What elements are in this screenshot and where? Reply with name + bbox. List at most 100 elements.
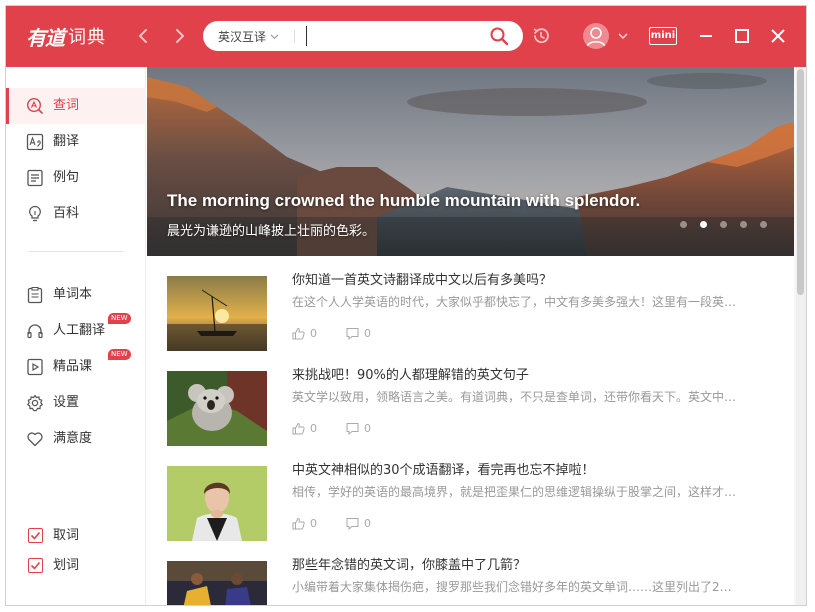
sidebar-item-wordbook[interactable]: 单词本 xyxy=(6,277,146,313)
article-item[interactable]: 你知道一首英文诗翻译成中文以后有多美吗？ 在这个人人学英语的时代，大家似乎都快忘… xyxy=(147,256,794,351)
sidebar-item-satisfaction[interactable]: 满意度 xyxy=(6,421,146,457)
carousel-dot-active[interactable] xyxy=(700,221,707,228)
article-thumbnail xyxy=(167,561,267,605)
logo-text: 词典 xyxy=(68,27,106,48)
new-badge: NEW xyxy=(108,349,131,360)
minimize-icon[interactable] xyxy=(696,26,716,46)
sidebar: 查词 翻译 例句 百科 单词本 人工翻译 NEW 精品课 NEW 设置 满意度 … xyxy=(6,67,146,605)
checkbox[interactable] xyxy=(28,528,43,543)
human-translation-icon xyxy=(27,324,43,339)
carousel-dot[interactable] xyxy=(720,221,727,228)
sidebar-item-lookup[interactable]: 查词 xyxy=(6,88,146,124)
gear-icon xyxy=(27,394,43,412)
sidebar-item-courses[interactable]: 精品课 NEW xyxy=(6,349,146,385)
sidebar-item-label: 查词 xyxy=(53,98,80,113)
comment-button[interactable]: 0 xyxy=(346,516,386,532)
search-icon[interactable] xyxy=(489,26,509,46)
course-icon xyxy=(27,358,43,376)
comment-button[interactable]: 0 xyxy=(346,326,386,342)
heart-icon xyxy=(27,432,43,447)
vertical-scrollbar[interactable] xyxy=(796,67,806,605)
carousel-dot[interactable] xyxy=(680,221,687,228)
like-button[interactable]: 0 xyxy=(292,516,332,532)
comment-button[interactable]: 0 xyxy=(346,421,386,437)
basketball-image xyxy=(167,561,267,605)
account-dropdown-icon[interactable] xyxy=(618,32,628,40)
daily-sentence-banner[interactable]: The morning crowned the humble mountain … xyxy=(147,67,794,256)
article-summary: 小编带着大家集体揭伤疤，搜罗那些我们念错好多年的英文单词……这里列出了2… xyxy=(292,580,732,594)
thumbs-up-icon xyxy=(292,327,305,340)
maximize-icon[interactable] xyxy=(732,26,752,46)
history-icon[interactable] xyxy=(531,26,551,46)
sidebar-item-label: 设置 xyxy=(53,395,80,410)
like-count: 0 xyxy=(310,422,317,435)
thumbs-up-icon xyxy=(292,517,305,530)
sidebar-item-label: 百科 xyxy=(53,206,80,221)
article-thumbnail xyxy=(167,466,267,541)
like-count: 0 xyxy=(310,517,317,530)
sidebar-item-examples[interactable]: 例句 xyxy=(6,160,146,196)
scrollbar-thumb[interactable] xyxy=(797,69,804,295)
article-title: 你知道一首英文诗翻译成中文以后有多美吗？ xyxy=(292,273,553,288)
comment-icon xyxy=(346,423,359,435)
mini-mode-button[interactable]: mini xyxy=(649,27,677,45)
sidebar-item-settings[interactable]: 设置 xyxy=(6,385,146,421)
article-thumbnail xyxy=(167,371,267,446)
comment-icon xyxy=(346,518,359,530)
close-icon[interactable] xyxy=(768,26,788,46)
article-summary: 英文学以致用，领略语言之美。有道词典，不只是查单词，还带你看天下。英文中… xyxy=(292,390,737,404)
article-title: 来挑战吧！90%的人都理解错的英文句子 xyxy=(292,368,529,383)
sidebar-item-translate[interactable]: 翻译 xyxy=(6,124,146,160)
koala-image xyxy=(167,371,267,446)
new-badge: NEW xyxy=(108,313,131,324)
thumbs-up-icon xyxy=(292,422,305,435)
chevron-left-icon xyxy=(139,29,147,43)
search-box: 英汉互译 xyxy=(203,21,523,51)
sidebar-item-label: 例句 xyxy=(53,170,80,185)
encyclopedia-icon xyxy=(29,205,41,222)
sidebar-item-label: 人工翻译 xyxy=(53,323,106,338)
wordbook-icon xyxy=(27,286,43,304)
article-item[interactable]: 那些年念错的英文词，你膝盖中了几箭？ 小编带着大家集体揭伤疤，搜罗那些我们念错好… xyxy=(147,541,794,605)
chevron-down-icon xyxy=(270,33,279,39)
user-avatar[interactable] xyxy=(583,23,609,49)
chevron-right-icon xyxy=(176,29,184,43)
like-button[interactable]: 0 xyxy=(292,326,332,342)
checkbox-label: 划词 xyxy=(53,558,80,573)
sidebar-item-encyclopedia[interactable]: 百科 xyxy=(6,196,146,232)
checkmark-icon xyxy=(30,531,41,540)
article-title: 那些年念错的英文词，你膝盖中了几箭？ xyxy=(292,558,527,573)
like-count: 0 xyxy=(310,327,317,340)
search-input[interactable] xyxy=(306,26,486,46)
translate-icon xyxy=(26,133,44,151)
banner-english-sentence: The morning crowned the humble mountain … xyxy=(167,191,641,210)
article-summary: 相传，学好的英语的最高境界，就是把歪果仁的思维逻辑操纵于股掌之间，这样才… xyxy=(292,485,737,499)
sidebar-item-human-translation[interactable]: 人工翻译 NEW xyxy=(6,313,146,349)
sidebar-item-label: 精品课 xyxy=(53,359,93,374)
carousel-dot[interactable] xyxy=(740,221,747,228)
checkbox-label: 取词 xyxy=(53,528,80,543)
forward-button[interactable] xyxy=(169,26,189,46)
article-item[interactable]: 中英文神相似的30个成语翻译，看完再也忘不掉啦！ 相传，学好的英语的最高境界，就… xyxy=(147,446,794,541)
article-title: 中英文神相似的30个成语翻译，看完再也忘不掉啦！ xyxy=(292,463,595,478)
capture-word-toggle[interactable]: 取词 xyxy=(6,525,146,547)
language-select[interactable]: 英汉互译 xyxy=(218,21,279,51)
user-icon xyxy=(586,27,606,48)
article-feed: 你知道一首英文诗翻译成中文以后有多美吗？ 在这个人人学英语的时代，大家似乎都快忘… xyxy=(147,256,794,605)
carousel-dot[interactable] xyxy=(760,221,767,228)
portrait-image xyxy=(167,466,267,541)
article-summary: 在这个人人学英语的时代，大家似乎都快忘了，中文有多美多强大！这里有一段英… xyxy=(292,295,737,309)
sidebar-item-label: 翻译 xyxy=(53,134,80,149)
back-button[interactable] xyxy=(134,26,154,46)
search-divider xyxy=(294,30,295,43)
app-logo: 有道 词典 xyxy=(26,21,106,51)
checkbox[interactable] xyxy=(28,558,43,573)
lookup-icon xyxy=(26,97,44,115)
sidebar-divider xyxy=(28,251,124,252)
title-bar: 有道 词典 英汉互译 mini xyxy=(6,6,806,67)
like-button[interactable]: 0 xyxy=(292,421,332,437)
select-word-toggle[interactable]: 划词 xyxy=(6,555,146,577)
carousel-dots xyxy=(680,221,770,229)
sidebar-item-label: 满意度 xyxy=(53,431,93,446)
article-item[interactable]: 来挑战吧！90%的人都理解错的英文句子 英文学以致用，领略语言之美。有道词典，不… xyxy=(147,351,794,446)
